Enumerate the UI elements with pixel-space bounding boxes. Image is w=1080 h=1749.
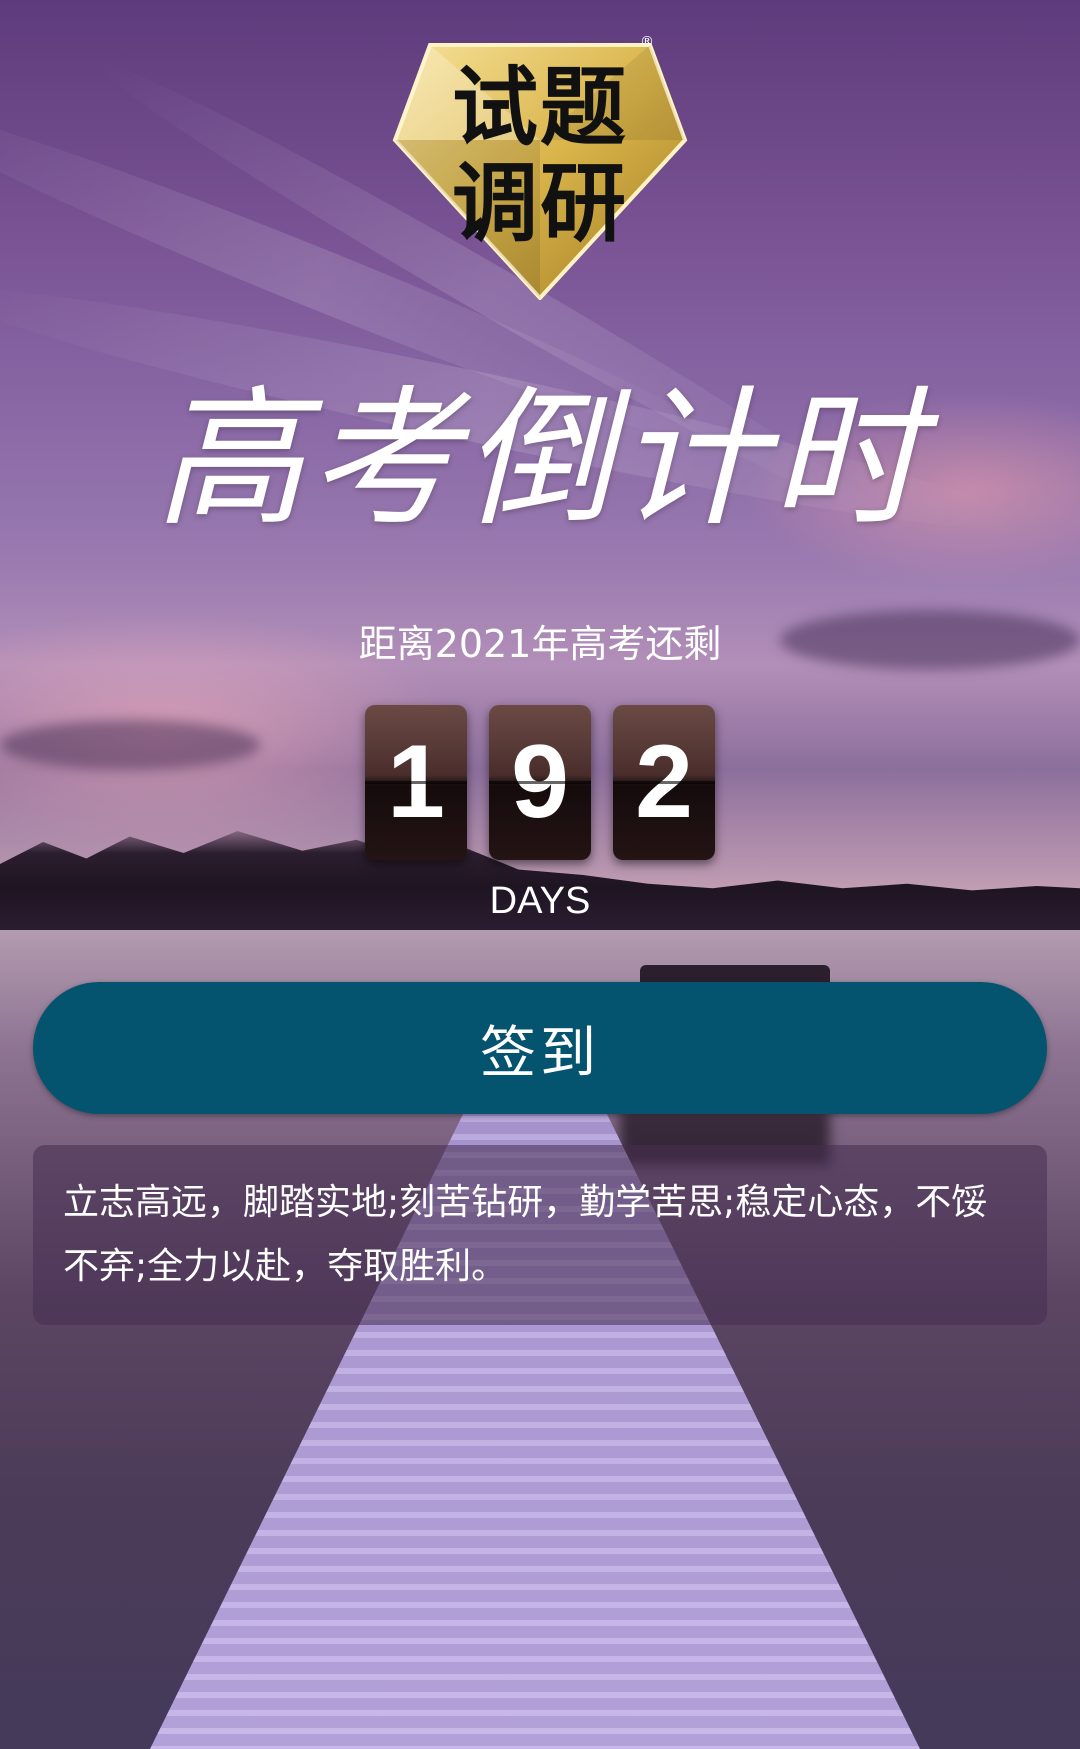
- countdown-digit: 1: [365, 705, 467, 860]
- logo-text-line2: 调研: [452, 154, 628, 254]
- cloud: [0, 720, 260, 770]
- countdown-caption: 距离2021年高考还剩: [358, 622, 722, 666]
- motto-text: 立志高远，脚踏实地;刻苦钻研，勤学苦思;稳定心态，不馁不弃;全力以赴，夺取胜利。: [33, 1145, 1047, 1325]
- countdown-digit: 9: [489, 705, 591, 860]
- app-logo: 试题 调研: [390, 40, 690, 300]
- signin-button[interactable]: 签到: [33, 982, 1047, 1114]
- days-unit-label: DAYS: [489, 880, 591, 922]
- page-title: 高考倒计时: [154, 373, 925, 547]
- countdown-digits: 1 9 2: [365, 705, 715, 860]
- countdown-digit: 2: [613, 705, 715, 860]
- logo-text-line1: 试题: [452, 58, 628, 158]
- registered-mark: ®: [640, 34, 654, 50]
